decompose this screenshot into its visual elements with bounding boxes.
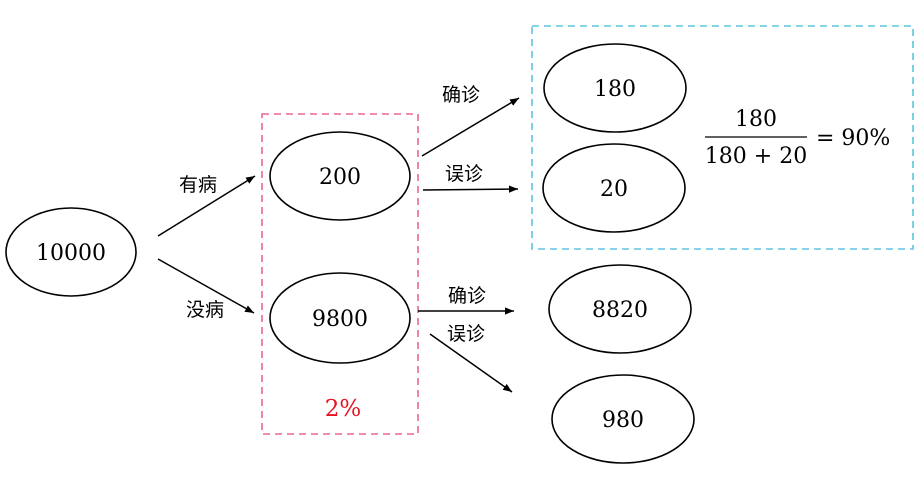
edge-label-sick-misdiagnose: 误诊 <box>445 163 483 185</box>
node-healthy: 9800 <box>269 272 411 364</box>
edge-label-healthy-misdiagnose: 误诊 <box>447 323 485 345</box>
edge-label-sick-confirm: 确诊 <box>442 84 480 106</box>
edge-healthy-misdiagnose: 误诊 <box>429 323 513 393</box>
node-sick-label: 200 <box>319 165 361 190</box>
tree-diagram: 有病 没病 确诊 误诊 确诊 误诊 10000 200 9800 180 20 <box>5 25 914 464</box>
edge-sick-misdiagnose: 误诊 <box>422 163 519 193</box>
edge-to-sick: 有病 <box>157 174 256 237</box>
node-sick-confirmed: 180 <box>543 43 687 133</box>
edge-label-healthy-confirm: 确诊 <box>448 285 486 307</box>
node-root: 10000 <box>5 207 137 297</box>
probability-formula: 180 180 + 20 = 90% <box>705 107 891 169</box>
formula-numerator: 180 <box>735 107 777 132</box>
node-sick-misdiagnosed-label: 20 <box>600 177 628 202</box>
node-healthy-confirmed: 8820 <box>548 264 692 354</box>
node-sick-misdiagnosed: 20 <box>542 143 686 233</box>
node-sick-confirmed-label: 180 <box>594 77 636 102</box>
node-healthy-misdiagnosed-label: 980 <box>602 408 644 433</box>
edge-to-healthy: 没病 <box>157 258 255 321</box>
formula-result: = 90% <box>816 126 890 151</box>
edge-healthy-confirm: 确诊 <box>418 285 514 315</box>
node-healthy-misdiagnosed: 980 <box>551 374 695 464</box>
formula-denominator: 180 + 20 <box>705 144 807 169</box>
middle-group-note: 2% <box>325 396 362 422</box>
node-healthy-label: 9800 <box>312 307 368 332</box>
node-healthy-confirmed-label: 8820 <box>592 298 648 323</box>
edge-sick-confirm: 确诊 <box>421 84 520 157</box>
node-root-label: 10000 <box>36 241 106 266</box>
edge-label-to-sick: 有病 <box>179 174 217 196</box>
edge-label-to-healthy: 没病 <box>186 299 224 321</box>
node-sick: 200 <box>269 131 411 221</box>
